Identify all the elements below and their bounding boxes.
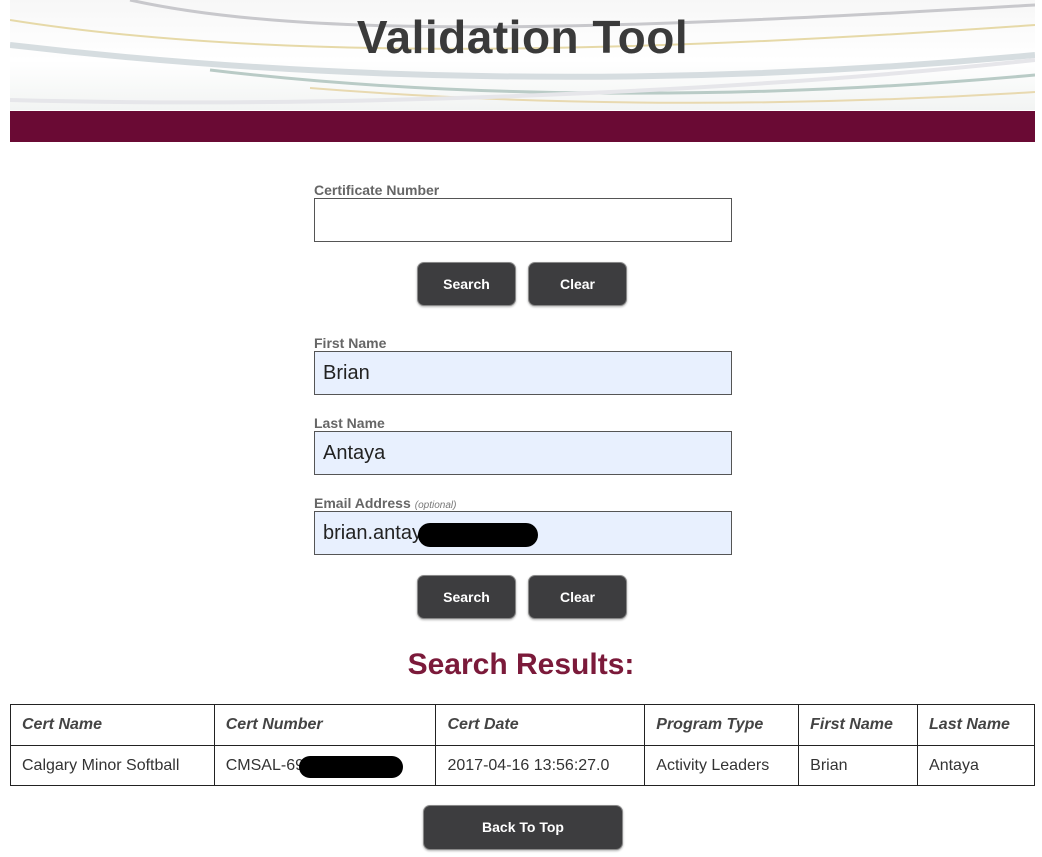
cell-cert-number: CMSAL-69	[213, 745, 437, 786]
col-first-name: First Name	[798, 704, 919, 746]
col-last-name: Last Name	[917, 704, 1035, 746]
table-row: Calgary Minor Softball CMSAL-69 2017-04-…	[10, 745, 1035, 786]
cert-clear-button[interactable]: Clear	[528, 262, 627, 306]
header-band	[10, 111, 1035, 142]
cell-cert-date: 2017-04-16 13:56:27.0	[435, 745, 646, 786]
col-program-type: Program Type	[644, 704, 800, 746]
redaction-mark	[298, 756, 403, 778]
email-label: Email Address (optional)	[314, 495, 456, 511]
first-name-label: First Name	[314, 335, 387, 351]
name-clear-button[interactable]: Clear	[528, 575, 627, 619]
cert-number-value: CMSAL-69	[225, 756, 304, 774]
name-search-button[interactable]: Search	[417, 575, 516, 619]
email-label-text: Email Address	[314, 495, 411, 511]
cell-first-name: Brian	[798, 745, 919, 786]
search-results-heading: Search Results:	[407, 648, 635, 681]
page-title: Validation Tool	[356, 11, 689, 63]
last-name-input[interactable]: Antaya	[314, 431, 732, 475]
cell-cert-name: Calgary Minor Softball	[10, 745, 215, 786]
header-banner: Validation Tool	[10, 0, 1035, 110]
cell-program-type: Activity Leaders	[644, 745, 800, 786]
cert-search-button[interactable]: Search	[417, 262, 516, 306]
redaction-mark	[418, 523, 538, 547]
col-cert-number: Cert Number	[213, 704, 437, 746]
email-optional-note: (optional)	[414, 500, 457, 511]
certificate-number-label: Certificate Number	[314, 182, 440, 198]
col-cert-name: Cert Name	[10, 704, 215, 746]
email-value: brian.antay	[323, 522, 422, 544]
certificate-number-input[interactable]	[314, 198, 732, 242]
first-name-input[interactable]: Brian	[314, 351, 732, 395]
table-header-row: Cert Name Cert Number Cert Date Program …	[10, 704, 1035, 746]
back-to-top-button[interactable]: Back To Top	[423, 805, 623, 850]
results-table: Cert Name Cert Number Cert Date Program …	[10, 704, 1035, 786]
cell-last-name: Antaya	[917, 745, 1035, 786]
col-cert-date: Cert Date	[435, 704, 646, 746]
last-name-label: Last Name	[314, 415, 385, 431]
